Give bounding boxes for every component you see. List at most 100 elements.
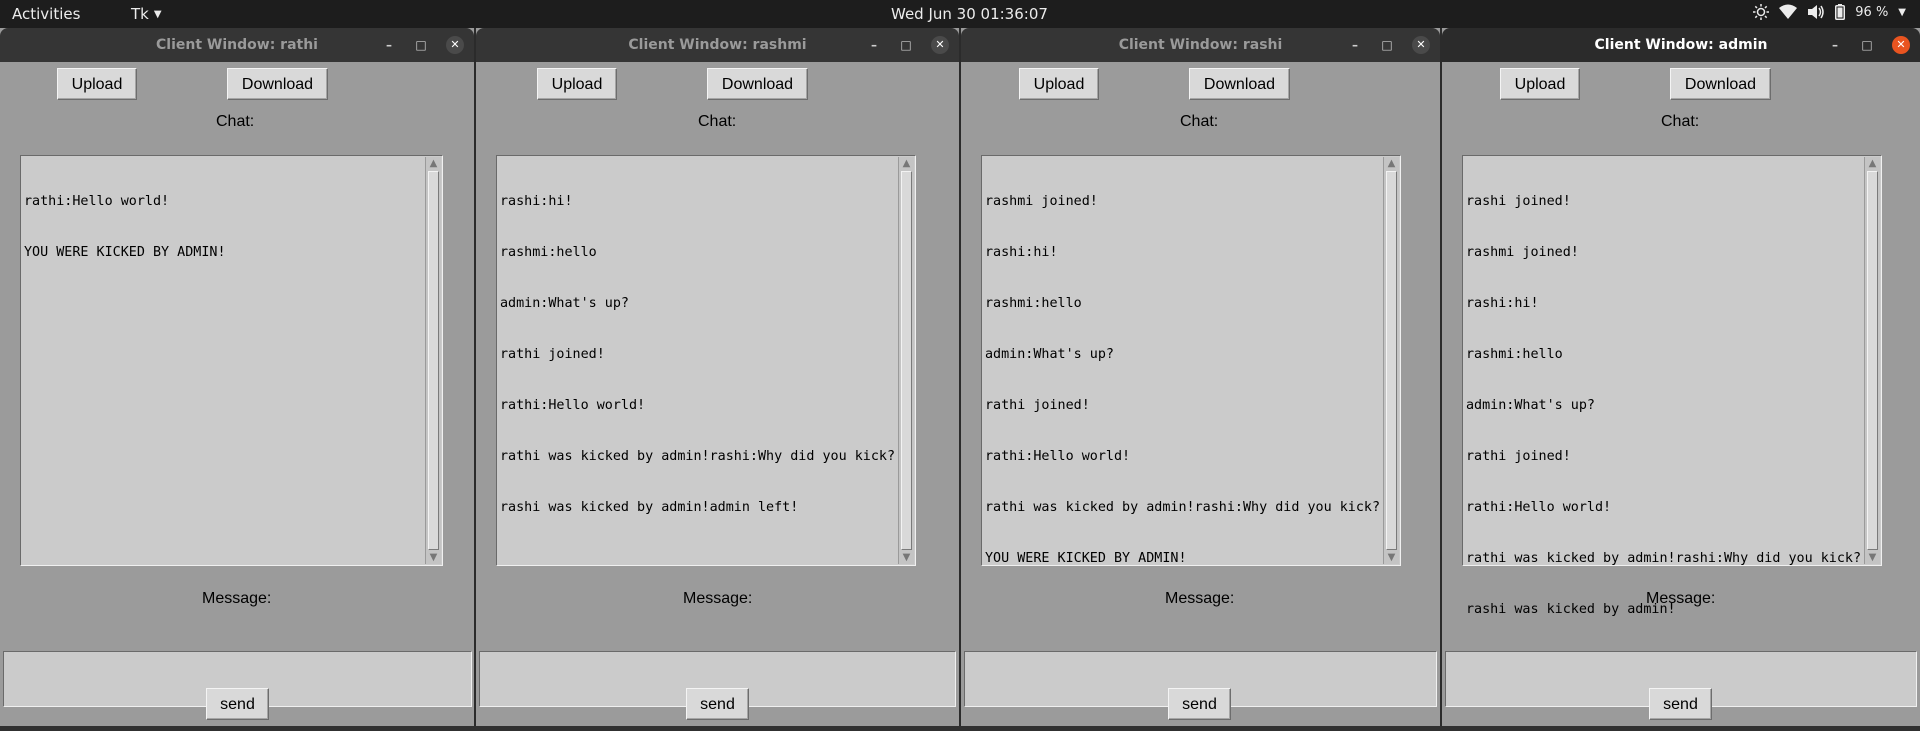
- chat-log[interactable]: rashmi joined! rashi:hi! rashmi:hello ad…: [981, 155, 1401, 566]
- client-window-rathi: Client Window: rathi – □ ✕ Upload Downlo…: [0, 28, 474, 731]
- chat-label: Chat:: [216, 113, 255, 130]
- scroll-thumb[interactable]: [428, 171, 439, 550]
- client-window-rashi: Client Window: rashi – □ ✕ Upload Downlo…: [961, 28, 1440, 731]
- chat-line: rathi joined!: [1466, 449, 1571, 464]
- download-button[interactable]: Download: [1670, 68, 1771, 100]
- chat-scrollbar[interactable]: ▲ ▼: [1383, 157, 1399, 564]
- activities-button[interactable]: Activities: [12, 5, 80, 23]
- chat-line: rathi:Hello world!: [1466, 500, 1612, 515]
- download-button[interactable]: Download: [707, 68, 808, 100]
- chat-line: rathi:Hello world!: [500, 398, 646, 413]
- download-button[interactable]: Download: [1189, 68, 1290, 100]
- message-label: Message:: [1646, 590, 1716, 607]
- maximize-icon[interactable]: □: [412, 36, 430, 54]
- send-button[interactable]: send: [1649, 688, 1712, 720]
- maximize-icon[interactable]: □: [1378, 36, 1396, 54]
- close-icon[interactable]: ✕: [446, 36, 464, 54]
- scroll-thumb[interactable]: [1867, 171, 1878, 550]
- chat-line: rathi:Hello world!: [985, 449, 1131, 464]
- scroll-down-icon[interactable]: ▼: [427, 551, 440, 564]
- chat-line: admin:What's up?: [1466, 398, 1595, 413]
- upload-button[interactable]: Upload: [57, 68, 137, 100]
- scroll-down-icon[interactable]: ▼: [1866, 551, 1879, 564]
- minimize-icon[interactable]: –: [865, 36, 883, 54]
- send-button[interactable]: send: [206, 688, 269, 720]
- close-icon[interactable]: ✕: [1892, 36, 1910, 54]
- chat-line: rathi was kicked by admin!rashi:Why did …: [500, 449, 896, 464]
- chat-line: rashi was kicked by admin!admin left!: [500, 500, 799, 515]
- chat-log[interactable]: rashi joined! rashmi joined! rashi:hi! r…: [1462, 155, 1882, 617]
- send-button[interactable]: send: [686, 688, 749, 720]
- brightness-icon: [1753, 4, 1770, 20]
- close-icon[interactable]: ✕: [1412, 36, 1430, 54]
- chat-line: rashmi joined!: [1466, 245, 1579, 260]
- scroll-thumb[interactable]: [901, 171, 912, 550]
- minimize-icon[interactable]: –: [380, 36, 398, 54]
- chat-label: Chat:: [698, 113, 737, 130]
- chat-lines: rashmi joined! rashi:hi! rashmi:hello ad…: [985, 159, 1380, 601]
- client-window-rashmi: Client Window: rashmi – □ ✕ Upload Downl…: [476, 28, 959, 731]
- chat-label: Chat:: [1180, 113, 1219, 130]
- chevron-down-icon[interactable]: ▼: [1898, 7, 1906, 18]
- message-label: Message:: [202, 590, 272, 607]
- maximize-icon[interactable]: □: [1858, 36, 1876, 54]
- chat-line: rathi:Hello world!: [24, 194, 170, 209]
- chat-scrollbar[interactable]: ▲ ▼: [898, 157, 914, 564]
- chat-line: rashi:hi!: [985, 245, 1058, 260]
- chat-line: rathi joined!: [985, 398, 1090, 413]
- window-titlebar[interactable]: Client Window: admin – □ ✕: [1442, 28, 1920, 62]
- system-tray[interactable]: 96 % ▼: [1753, 4, 1906, 20]
- chat-lines: rashi:hi! rashmi:hello admin:What's up? …: [500, 159, 895, 550]
- chat-line: admin:What's up?: [500, 296, 629, 311]
- scroll-up-icon[interactable]: ▲: [900, 157, 913, 170]
- message-label: Message:: [1165, 590, 1235, 607]
- download-button[interactable]: Download: [227, 68, 328, 100]
- window-title: Client Window: rashi: [1118, 37, 1283, 53]
- upload-button[interactable]: Upload: [1500, 68, 1580, 100]
- chat-log[interactable]: rashi:hi! rashmi:hello admin:What's up? …: [496, 155, 916, 566]
- scroll-down-icon[interactable]: ▼: [900, 551, 913, 564]
- scroll-down-icon[interactable]: ▼: [1385, 551, 1398, 564]
- window-title: Client Window: rashmi: [628, 37, 807, 53]
- chat-line: rashi:hi!: [500, 194, 573, 209]
- chat-label: Chat:: [1661, 113, 1700, 130]
- scroll-up-icon[interactable]: ▲: [1385, 157, 1398, 170]
- app-menu[interactable]: Tk ▼: [131, 5, 162, 23]
- chat-line: rathi was kicked by admin!rashi:Why did …: [985, 500, 1381, 515]
- chat-line: admin:What's up?: [985, 347, 1114, 362]
- desktop-background: [0, 726, 1920, 731]
- upload-button[interactable]: Upload: [537, 68, 617, 100]
- chat-line: rashi joined!: [1466, 194, 1571, 209]
- minimize-icon[interactable]: –: [1826, 36, 1844, 54]
- top-bar: Activities Tk ▼ Wed Jun 30 01:36:07 96 % …: [0, 0, 1920, 28]
- wifi-icon: [1779, 4, 1798, 19]
- chat-scrollbar[interactable]: ▲ ▼: [1864, 157, 1880, 564]
- message-label: Message:: [683, 590, 753, 607]
- chat-lines: rashi joined! rashmi joined! rashi:hi! r…: [1466, 159, 1861, 652]
- close-icon[interactable]: ✕: [931, 36, 949, 54]
- chat-log[interactable]: rathi:Hello world! YOU WERE KICKED BY AD…: [20, 155, 443, 566]
- minimize-icon[interactable]: –: [1346, 36, 1364, 54]
- send-button[interactable]: send: [1168, 688, 1231, 720]
- clock[interactable]: Wed Jun 30 01:36:07: [891, 5, 1048, 23]
- chat-line: YOU WERE KICKED BY ADMIN!: [985, 551, 1187, 566]
- chat-line: rathi joined!: [500, 347, 605, 362]
- chevron-down-icon: ▼: [153, 9, 162, 20]
- chat-scrollbar[interactable]: ▲ ▼: [425, 157, 441, 564]
- chat-line: YOU WERE KICKED BY ADMIN!: [24, 245, 226, 260]
- chat-lines: rathi:Hello world! YOU WERE KICKED BY AD…: [24, 159, 422, 295]
- maximize-icon[interactable]: □: [897, 36, 915, 54]
- scroll-thumb[interactable]: [1386, 171, 1397, 550]
- volume-icon: [1808, 5, 1825, 19]
- scroll-up-icon[interactable]: ▲: [427, 157, 440, 170]
- chat-line: rashmi:hello: [1466, 347, 1563, 362]
- chat-line: rashmi:hello: [500, 245, 597, 260]
- window-titlebar[interactable]: Client Window: rathi – □ ✕: [0, 28, 474, 62]
- upload-button[interactable]: Upload: [1019, 68, 1099, 100]
- window-titlebar[interactable]: Client Window: rashmi – □ ✕: [476, 28, 959, 62]
- window-titlebar[interactable]: Client Window: rashi – □ ✕: [961, 28, 1440, 62]
- scroll-up-icon[interactable]: ▲: [1866, 157, 1879, 170]
- window-title: Client Window: admin: [1594, 37, 1768, 53]
- window-title: Client Window: rathi: [156, 37, 318, 53]
- chat-line: rathi was kicked by admin!rashi:Why did …: [1466, 551, 1862, 566]
